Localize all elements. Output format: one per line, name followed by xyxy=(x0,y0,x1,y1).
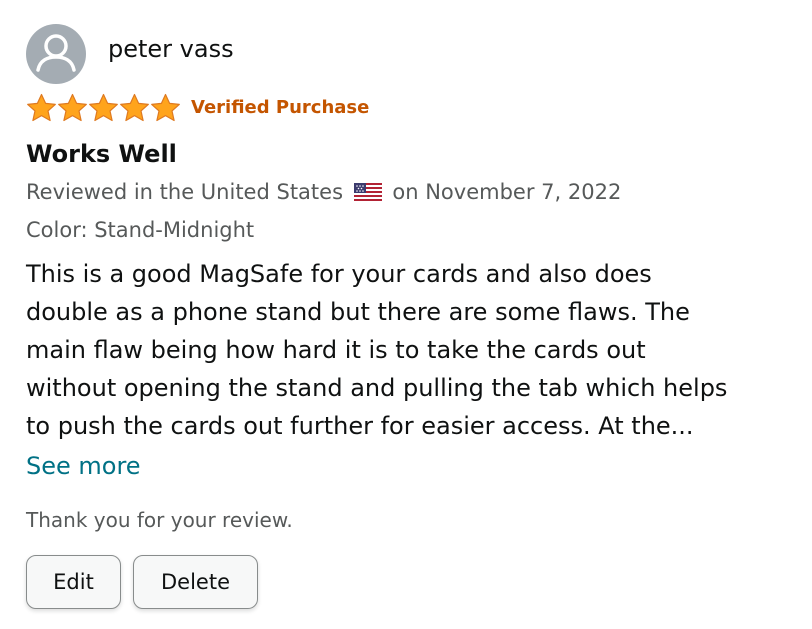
review-date-prefix: Reviewed in the United States xyxy=(26,180,344,204)
review-actions: Edit Delete xyxy=(26,555,258,609)
customer-review: peter vass Verified Purchase Works Well … xyxy=(0,0,812,629)
rating-row: Verified Purchase xyxy=(26,92,369,124)
delete-button[interactable]: Delete xyxy=(133,555,258,609)
star-icon xyxy=(57,93,88,123)
user-silhouette-icon xyxy=(36,34,76,72)
review-body-line: main flaw being how hard it is to take t… xyxy=(26,336,646,364)
us-flag-icon xyxy=(353,183,382,201)
review-body: This is a good MagSafe for your cards an… xyxy=(26,255,796,445)
review-body-line: This is a good MagSafe for your cards an… xyxy=(26,260,652,288)
review-body-line: to push the cards out further for easier… xyxy=(26,412,694,440)
edit-button[interactable]: Edit xyxy=(26,555,121,609)
avatar[interactable] xyxy=(26,24,86,84)
star-icon xyxy=(119,93,150,123)
review-body-line: double as a phone stand but there are so… xyxy=(26,298,690,326)
star-icon xyxy=(26,93,57,123)
star-rating[interactable] xyxy=(26,93,181,123)
reviewer-profile[interactable]: peter vass xyxy=(26,24,234,84)
review-date: Reviewed in the United States on Novembe… xyxy=(26,178,621,206)
see-more-link[interactable]: See more xyxy=(26,449,141,483)
thank-you-message: Thank you for your review. xyxy=(26,508,293,532)
review-date-suffix: on November 7, 2022 xyxy=(392,180,622,204)
star-icon xyxy=(88,93,119,123)
star-icon xyxy=(150,93,181,123)
product-variant[interactable]: Color: Stand-Midnight xyxy=(26,216,254,244)
verified-purchase-badge[interactable]: Verified Purchase xyxy=(191,96,369,120)
reviewer-name[interactable]: peter vass xyxy=(108,34,234,64)
review-title: Works Well xyxy=(26,140,177,168)
review-body-line: without opening the stand and pulling th… xyxy=(26,374,728,402)
